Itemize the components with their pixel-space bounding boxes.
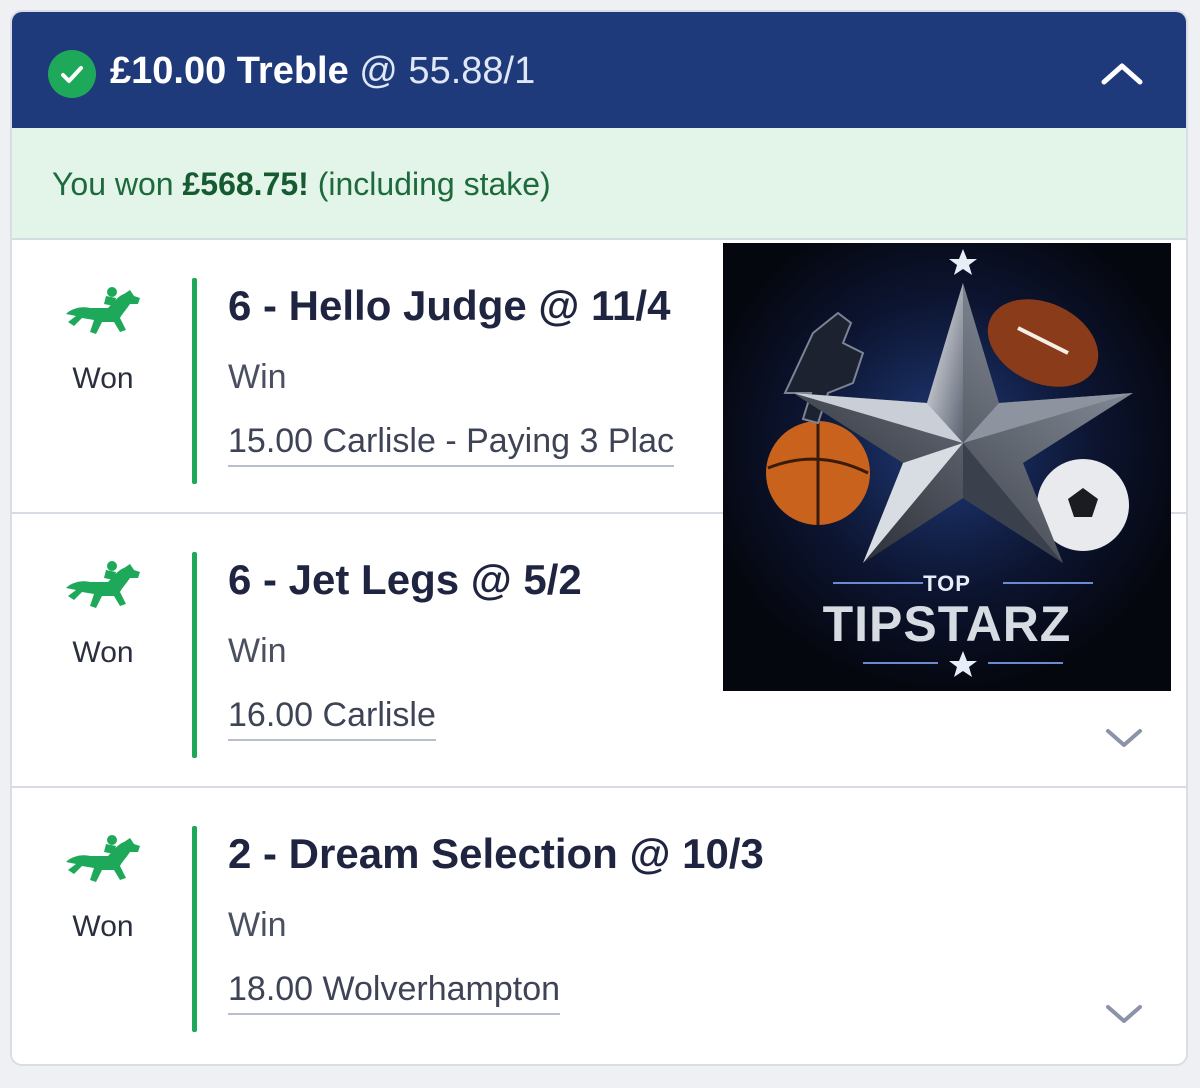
- check-circle-icon: [48, 50, 96, 98]
- expand-button[interactable]: [1102, 724, 1146, 752]
- bet-header[interactable]: £10.00 Treble @ 55.88/1: [12, 12, 1186, 128]
- leg-market: Win: [228, 358, 287, 396]
- winnings-suffix: (including stake): [308, 166, 551, 202]
- win-indicator-bar: [192, 278, 197, 484]
- leg-event-link[interactable]: 18.00 Wolverhampton: [228, 970, 561, 1015]
- winnings-amount: £568.75!: [182, 166, 309, 202]
- horse-racing-icon: [60, 284, 146, 342]
- leg-event-link[interactable]: 15.00 Carlisle - Paying 3 Plac: [228, 422, 675, 467]
- bet-odds: @ 55.88/1: [359, 50, 536, 92]
- win-indicator-bar: [192, 826, 197, 1032]
- chevron-down-icon: [1106, 1005, 1142, 1023]
- leg-market: Win: [228, 632, 287, 670]
- leg-selection-title: 6 - Hello Judge @ 11/4: [228, 282, 671, 329]
- leg-event-link[interactable]: 16.00 Carlisle: [228, 696, 436, 741]
- winnings-prefix: You won: [52, 166, 183, 202]
- promo-logo-image: TOP TIPSTARZ: [723, 243, 1171, 691]
- leg-result: Won: [72, 910, 134, 943]
- leg-selection-title: 6 - Jet Legs @ 5/2: [228, 556, 582, 603]
- chevron-up-icon: [1101, 63, 1143, 85]
- horse-racing-icon: [60, 558, 146, 616]
- leg-selection-title: 2 - Dream Selection @ 10/3: [228, 830, 764, 877]
- win-indicator-bar: [192, 552, 197, 758]
- winnings-banner: You won £568.75! (including stake): [12, 128, 1186, 240]
- promo-logo-name: TIPSTARZ: [822, 596, 1072, 652]
- bet-title: £10.00 Treble @ 55.88/1: [110, 46, 535, 96]
- winnings-text: You won £568.75! (including stake): [52, 166, 551, 203]
- leg-result: Won: [72, 362, 134, 395]
- chevron-down-icon: [1106, 729, 1142, 747]
- expand-button[interactable]: [1102, 1000, 1146, 1028]
- collapse-button[interactable]: [1092, 52, 1152, 96]
- leg-row[interactable]: Won 2 - Dream Selection @ 10/3 Win 18.00…: [12, 788, 1186, 1060]
- leg-market: Win: [228, 906, 287, 944]
- leg-result: Won: [72, 636, 134, 669]
- promo-logo-top: TOP: [923, 571, 971, 596]
- bet-stake-type: £10.00 Treble: [110, 50, 349, 92]
- horse-racing-icon: [60, 832, 146, 890]
